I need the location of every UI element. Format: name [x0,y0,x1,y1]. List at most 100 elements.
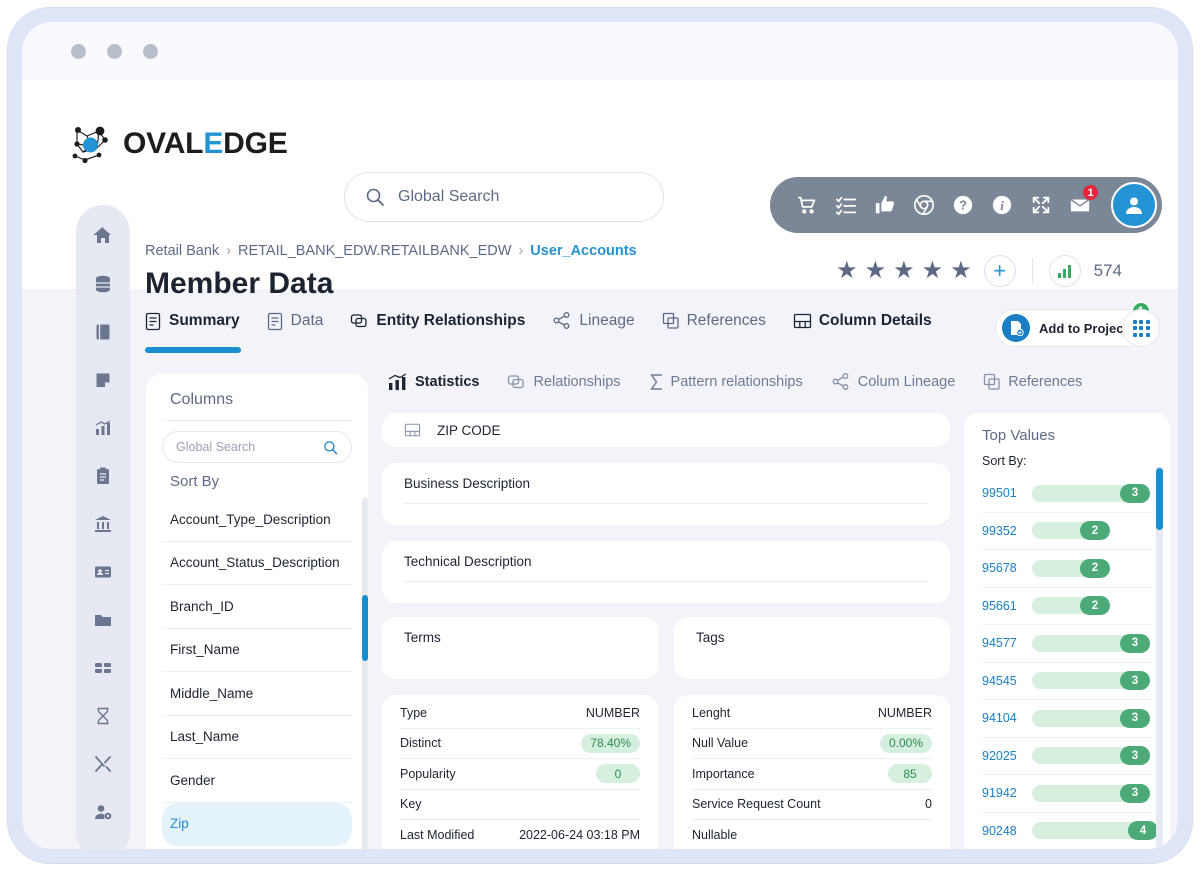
checklist-icon[interactable] [826,187,865,223]
top-value-key[interactable]: 99501 [982,486,1024,500]
top-value-key[interactable]: 95678 [982,561,1024,575]
breadcrumb-item-2[interactable]: User_Accounts [530,243,636,259]
tab-data[interactable]: Data [267,312,337,331]
top-value-key[interactable]: 95661 [982,599,1024,613]
clipboard-icon[interactable] [87,462,119,490]
star-icon[interactable]: ★ [865,259,887,283]
top-value-count: 3 [1120,633,1150,653]
app-surface: OVALEDGE Global Search ? i 1 Retail Bank… [22,80,1178,849]
column-list-item[interactable]: Middle_Name [162,672,352,716]
column-list-item[interactable]: Gender [162,759,352,803]
window-minimize-dot[interactable] [107,44,122,59]
subtab-colum-lineage[interactable]: Colum Lineage [831,372,955,392]
top-values-sort-label: Sort By: [982,454,1027,468]
subtab-references[interactable]: References [983,373,1082,391]
view-count: 574 [1093,261,1122,280]
top-value-key[interactable]: 94104 [982,711,1024,725]
home-icon[interactable] [87,222,119,250]
left-icon-rail [76,205,130,849]
hourglass-icon[interactable] [87,702,119,730]
top-value-row: 90248 4 [982,813,1158,850]
column-list-item[interactable]: First_Name [162,629,352,672]
global-search-input[interactable]: Global Search [344,172,664,222]
top-value-count: 2 [1080,521,1110,541]
bar-chart-icon[interactable] [1048,255,1081,287]
column-list-item[interactable]: Phone_Number [162,846,352,849]
window-maximize-dot[interactable] [143,44,158,59]
top-value-key[interactable]: 90248 [982,824,1024,838]
expand-icon[interactable] [1021,187,1060,223]
governance-icon[interactable] [87,510,119,538]
columns-scrollbar-track[interactable] [362,497,368,849]
tags-card[interactable]: Tags [674,617,950,679]
star-icon[interactable]: ★ [893,259,915,283]
tab-entity-relationships[interactable]: Entity Relationships [350,312,538,330]
column-list-item[interactable]: Branch_ID [162,585,352,629]
tab-column-details[interactable]: Column Details [793,312,945,330]
breadcrumb-separator: › [226,243,231,259]
book-icon[interactable] [87,318,119,346]
breadcrumb-item-0[interactable]: Retail Bank [145,243,219,259]
top-value-key[interactable]: 99352 [982,524,1024,538]
user-avatar[interactable] [1111,182,1157,228]
id-card-icon[interactable] [87,558,119,586]
column-list-item-selected[interactable]: Zip [162,802,352,846]
logo[interactable]: OVALEDGE [69,121,288,167]
tab-data-label: Data [290,312,324,329]
info-icon[interactable]: i [982,187,1021,223]
stat-value: 0 [925,797,932,812]
stat-row: Last Modified 2022-06-24 03:18 PM [400,820,640,849]
stat-row: Type NUMBER [400,698,640,729]
cart-icon[interactable] [787,187,826,223]
breadcrumb-item-1[interactable]: RETAIL_BANK_EDW.RETAILBANK_EDW [238,243,511,259]
mail-icon[interactable]: 1 [1060,184,1099,223]
tab-summary[interactable]: Summary [145,312,253,353]
business-description-card[interactable]: Business Description [382,463,950,525]
chrome-icon[interactable] [904,187,943,223]
star-icon[interactable]: ★ [950,259,972,283]
tab-lineage[interactable]: Lineage [552,311,647,331]
tab-lineage-label: Lineage [579,312,635,329]
search-icon [324,440,338,454]
column-list-item[interactable]: Account_Type_Description [162,498,352,542]
column-list-item[interactable]: Last_Name [162,716,352,759]
star-icon[interactable]: ★ [836,259,858,283]
page-title: Member Data [145,267,334,300]
top-value-key[interactable]: 92025 [982,749,1024,763]
tools-icon[interactable] [87,750,119,778]
folder-icon[interactable] [87,606,119,634]
apps-grid-icon[interactable] [1122,309,1160,347]
terms-card[interactable]: Terms [382,617,658,679]
columns-scrollbar-thumb[interactable] [362,595,368,661]
tab-references[interactable]: References [662,312,779,330]
top-value-bar: 3 [1032,708,1150,728]
top-value-key[interactable]: 94577 [982,636,1024,650]
user-settings-icon[interactable] [87,798,119,826]
subtab-statistics-label: Statistics [415,374,480,390]
stat-label: Nullable [692,827,738,842]
top-value-key[interactable]: 91942 [982,786,1024,800]
subtab-pattern-relationships[interactable]: Pattern relationships [649,373,803,391]
tab-references-label: References [686,312,766,329]
subtab-relationships[interactable]: Relationships [507,373,621,391]
database-icon[interactable] [87,270,119,298]
stat-value-pill: 85 [888,764,932,784]
thumbs-up-icon[interactable] [865,187,904,223]
subtab-statistics[interactable]: Statistics [388,372,480,392]
column-list-item[interactable]: Account_Status_Description [162,542,352,585]
page-scrollbar-thumb[interactable] [1156,468,1163,530]
columns-search-input[interactable]: Global Search [162,431,352,463]
top-value-row: 94545 3 [982,663,1152,700]
note-icon[interactable] [87,366,119,394]
help-icon[interactable]: ? [943,187,982,223]
add-rating-button[interactable]: + [983,255,1016,287]
star-icon[interactable]: ★ [922,259,944,283]
main-tab-bar: Summary Data Entity Relationships Lineag… [145,311,959,353]
analytics-icon[interactable] [87,414,119,442]
top-value-key[interactable]: 94545 [982,674,1024,688]
technical-description-card[interactable]: Technical Description [382,541,950,603]
stat-label: Popularity [400,766,456,781]
window-close-dot[interactable] [71,44,86,59]
table-icon[interactable] [87,654,119,682]
top-value-row: 99501 3 [982,475,1152,513]
